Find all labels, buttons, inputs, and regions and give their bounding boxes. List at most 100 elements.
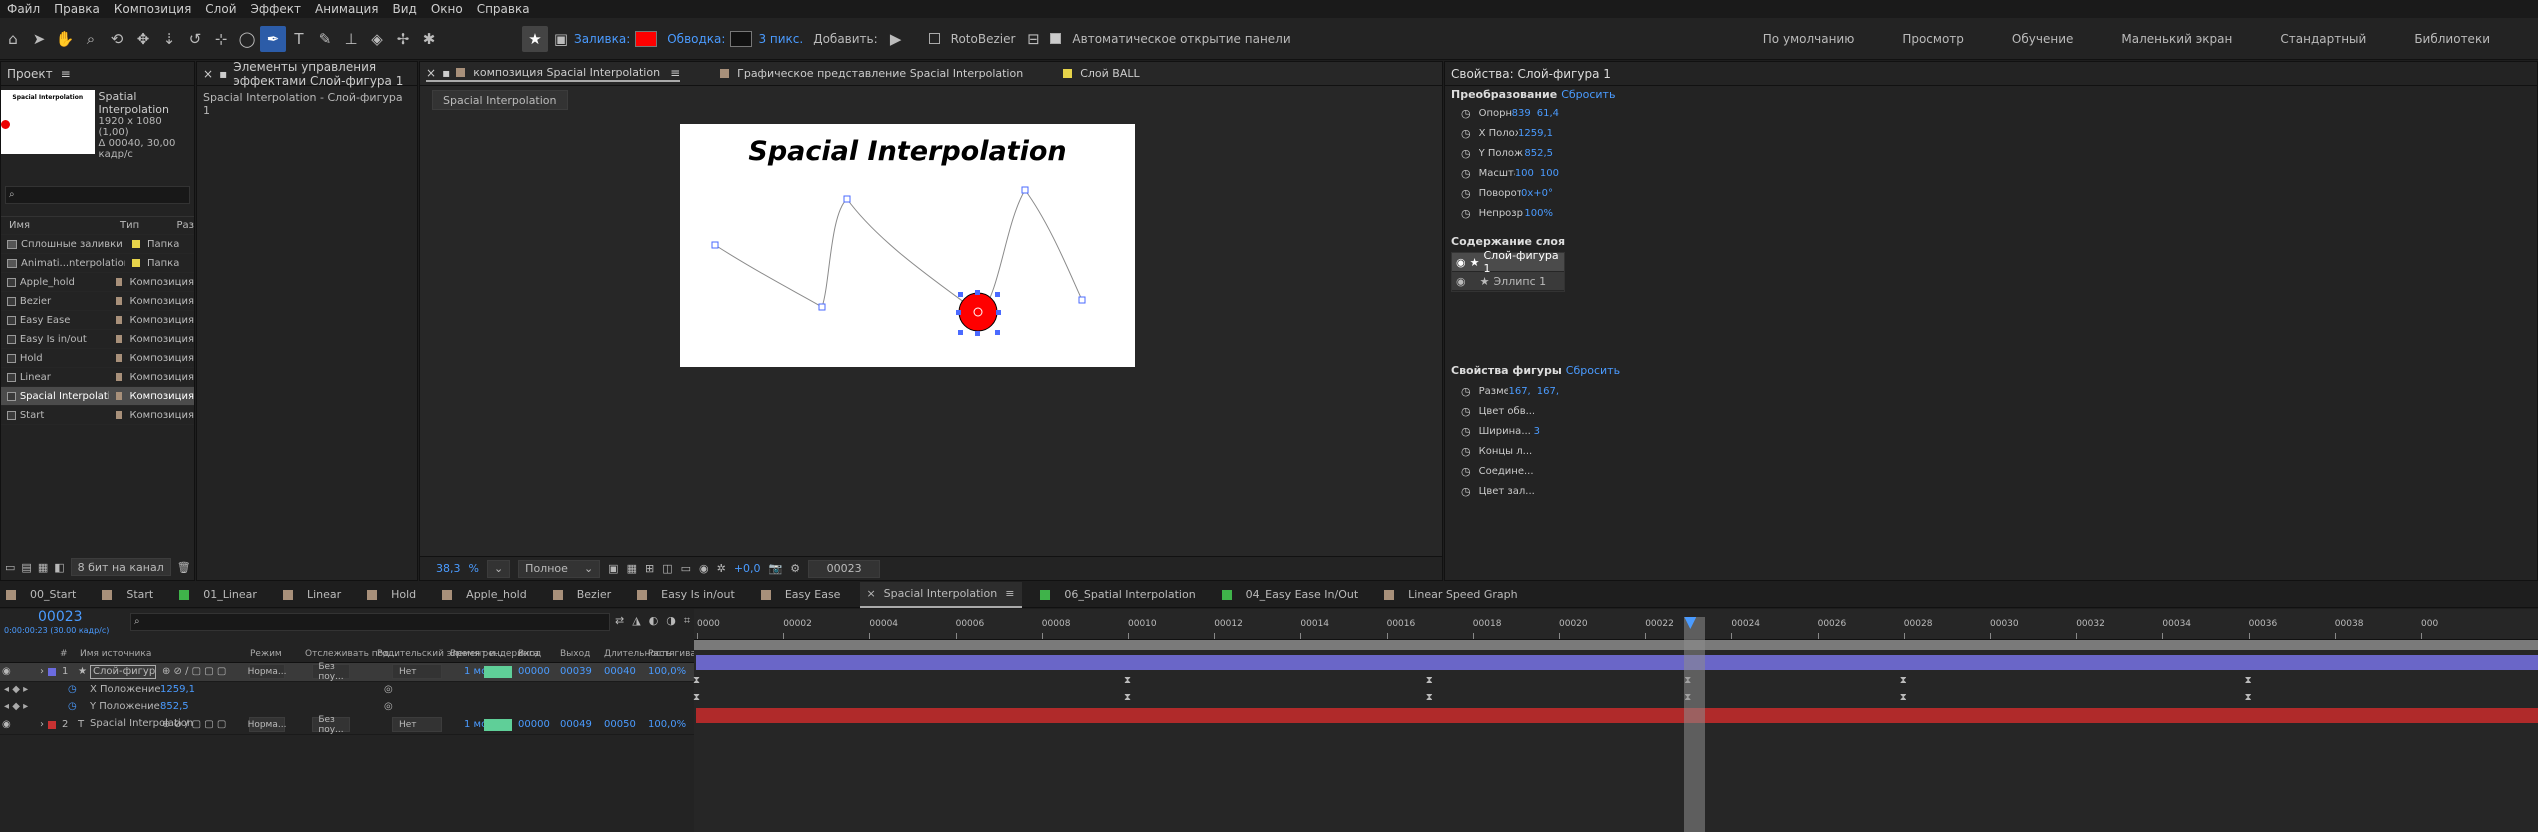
label-color[interactable] [115,373,123,381]
transparency-icon[interactable]: ▦ [627,562,637,575]
project-tab[interactable]: Проект [7,67,53,81]
exposure-icon[interactable]: ✲ [717,562,726,575]
eye-icon[interactable]: ◉ [2,719,11,730]
label-color[interactable] [132,240,140,248]
keyframe-y[interactable]: ⧗ [2245,692,2254,703]
keyframe-handle[interactable] [711,241,719,249]
project-item[interactable]: Apple_hold Композиция [1,273,194,292]
layer-color[interactable] [48,721,56,729]
label-color[interactable] [115,278,123,286]
menu-item-0[interactable]: Файл [0,2,47,16]
motion-path[interactable] [680,124,1135,367]
ball-shape[interactable] [958,292,998,332]
blend-mode-dropdown[interactable]: Норма... [248,664,286,679]
parent-dropdown[interactable]: Нет [392,664,442,679]
fill-swatch[interactable] [635,30,658,47]
auto-open-checkbox[interactable] [1050,33,1062,44]
keyframe-y[interactable]: ⧗ [1124,692,1133,703]
keyframe-nav-icon[interactable]: ◂ ◆ ▸ [4,684,28,695]
header-in[interactable]: Вход [518,649,541,659]
layer-bar-1[interactable] [696,655,2538,670]
keyframe-x[interactable]: ⧗ [1124,675,1133,686]
close-icon[interactable]: × [426,66,436,80]
col-type-header[interactable]: Тип [120,220,177,231]
effects-tab[interactable]: Элементы управления эффектами Слой-фигур… [233,60,417,88]
orbit-tool-icon[interactable]: ⟲ [104,26,130,52]
brush-tool-icon[interactable]: ✎ [312,26,338,52]
stopwatch-icon[interactable]: ◷ [1461,485,1471,498]
menu-icon[interactable]: ≡ [61,67,71,81]
workspace-4[interactable]: Стандартный [2280,32,2366,46]
folder-icon[interactable]: ▤ [21,561,31,574]
hand-tool-icon[interactable]: ✋ [52,26,78,52]
project-item[interactable]: Linear Композиция [1,368,194,387]
workspace-0[interactable]: По умолчанию [1763,32,1855,46]
timeline-tab-7[interactable]: Easy Is in/out [631,582,743,608]
link-icon[interactable]: ◎ [384,701,393,712]
draft3d-icon[interactable]: ◮ [632,614,640,628]
timeline-tab-6[interactable]: Bezier [547,582,619,608]
timeline-timecode[interactable]: 00023 [38,609,83,625]
parent-dropdown[interactable]: Нет [392,717,442,732]
timeline-search-input[interactable]: ⌕ [130,613,610,631]
eye-icon[interactable]: ◉ [1456,256,1466,269]
time-ruler[interactable]: 0000 00002 00004 00006 00008 00010 00012 00014 0… [694,618,2538,640]
menu-icon[interactable]: ≡ [1005,587,1014,600]
property-value-2[interactable]: 61,4 [1537,108,1559,119]
header-mode[interactable]: Режим [250,649,282,659]
property-row[interactable]: ◷ Концы л... [1445,441,1559,461]
rotobezier-checkbox[interactable] [928,33,940,44]
layer-dur[interactable]: 00040 [604,666,636,677]
workspace-3[interactable]: Маленький экран [2121,32,2232,46]
timeline-tab-4[interactable]: Hold [361,582,424,608]
selection-tool-icon[interactable]: ➤ [26,26,52,52]
project-item[interactable]: Animati...nterpolation_Start.aep Папка [1,254,194,273]
bbox-handle[interactable] [956,310,961,315]
sub-property-value[interactable]: 1259,1 [160,684,195,695]
zoom-tool-icon[interactable]: ⌕ [78,26,104,52]
stopwatch-icon[interactable]: ◷ [1461,385,1471,398]
bbox-handle[interactable] [995,292,1000,297]
layer-row[interactable]: ◉ › 1 ★Слой-фигура 1 ⊕ ⊘ ∕ ▢ ▢ ▢ Норма... Без … [0,662,694,682]
property-row[interactable]: ◷ Ширина... 3 [1445,421,1559,441]
interpret-icon[interactable]: ▭ [5,561,15,574]
roto-tool-icon[interactable]: ✢ [390,26,416,52]
motion-blur-icon[interactable]: ◑ [666,614,676,628]
trash-icon[interactable]: 🗑 [177,561,191,574]
menu-icon[interactable]: ≡ [670,66,680,80]
lock-icon[interactable]: ▪ [442,66,450,80]
label-color[interactable] [132,259,140,267]
close-icon[interactable]: × [203,67,213,81]
keyframe-x[interactable]: ⧗ [2245,675,2254,686]
menu-item-5[interactable]: Анимация [308,2,385,16]
keyframe-y[interactable]: ⧗ [1426,692,1435,703]
menu-item-3[interactable]: Слой [198,2,243,16]
property-row[interactable]: ◷ Опорная...839 61,4 [1445,103,1559,123]
eye-icon[interactable]: ◉ [2,666,11,677]
layer-dur[interactable]: 00050 [604,719,636,730]
keyframe-x[interactable]: ⧗ [693,675,702,686]
label-color[interactable] [115,297,123,305]
canvas[interactable]: Spacial Interpolation [680,124,1135,367]
type-tool-icon[interactable]: T [286,26,312,52]
property-value[interactable]: 839 [1512,108,1531,119]
stroke-swatch[interactable] [730,30,753,47]
bbox-handle[interactable] [996,310,1001,315]
anchor-tool-icon[interactable]: ⊹ [208,26,234,52]
property-row[interactable]: ◷ Y Полож...852,5 [1445,143,1559,163]
timeline-tab-5[interactable]: Apple_hold [436,582,535,608]
stopwatch-icon[interactable]: ◷ [1461,425,1471,438]
3d-icon[interactable]: ▭ [681,562,691,575]
property-value[interactable]: 100% [1524,208,1553,219]
camera-icon[interactable]: 📷 [769,562,783,575]
layer-row[interactable]: ◉ › 2 T Spacial Interpolation ⊕ ⊘ ∕ ▢ ▢ ▢ Норм… [0,715,694,735]
stopwatch-icon[interactable]: ◷ [1461,445,1471,458]
menu-item-6[interactable]: Вид [385,2,423,16]
layer-color[interactable] [48,668,56,676]
property-value[interactable]: 0x+0° [1521,188,1553,199]
clone-tool-icon[interactable]: ⊥ [338,26,364,52]
blend-mode-dropdown[interactable]: Норма... [248,717,286,732]
property-row[interactable]: ◷Масштаб100100 [1445,163,1559,183]
property-value[interactable]: 3 [1534,426,1540,437]
property-row[interactable]: ◷ Цвет обв... [1445,401,1559,421]
